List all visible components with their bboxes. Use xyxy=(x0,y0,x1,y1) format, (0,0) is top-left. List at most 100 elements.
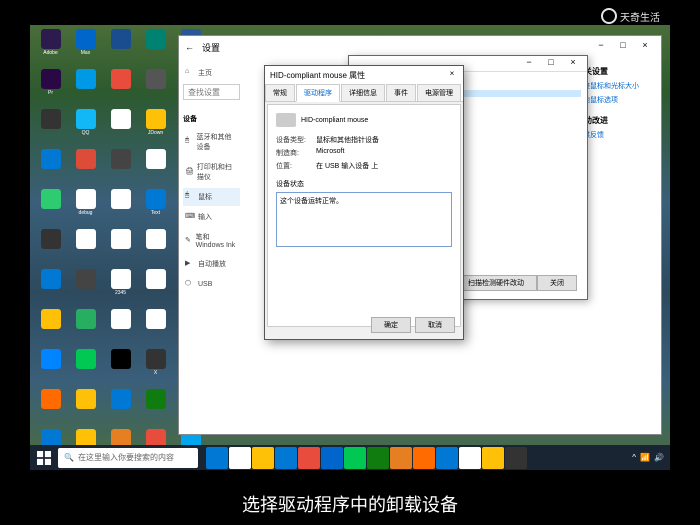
nav-label: 鼠标 xyxy=(198,192,212,202)
nav-item[interactable]: ✎笔和 Windows Ink xyxy=(183,228,240,253)
taskbar-app[interactable] xyxy=(413,447,435,469)
desktop-icon[interactable] xyxy=(139,69,172,107)
desktop-icon[interactable] xyxy=(34,269,67,307)
nav-item[interactable]: ▶自动播放 xyxy=(183,255,240,273)
dm-scan-button[interactable]: 扫描检测硬件改动 xyxy=(455,275,537,291)
dm-minimize[interactable]: − xyxy=(519,57,539,71)
taskbar-app[interactable] xyxy=(482,447,504,469)
desktop-icon[interactable] xyxy=(69,349,102,387)
desktop-icon[interactable]: 2345 xyxy=(104,269,137,307)
taskbar-app[interactable] xyxy=(252,447,274,469)
desktop-icon[interactable] xyxy=(34,389,67,427)
desktop-icon[interactable]: QQ xyxy=(69,109,102,147)
nav-label: 蓝牙和其他设备 xyxy=(196,132,238,152)
taskbar-app[interactable] xyxy=(206,447,228,469)
desktop-icon[interactable] xyxy=(104,389,137,427)
desktop-icon[interactable]: Max xyxy=(69,29,102,67)
nav-item[interactable]: 🖨打印机和扫描仪 xyxy=(183,158,240,186)
desktop-icon[interactable] xyxy=(104,229,137,267)
desktop-icon[interactable] xyxy=(139,149,172,187)
cancel-button[interactable]: 取消 xyxy=(415,317,455,333)
desktop-icon[interactable] xyxy=(104,189,137,227)
nav-label: USB xyxy=(198,281,212,288)
desktop-icon[interactable] xyxy=(34,109,67,147)
nav-item[interactable]: 🖱蓝牙和其他设备 xyxy=(183,128,240,156)
dm-close-button[interactable]: 关闭 xyxy=(537,275,577,291)
desktop-icon[interactable] xyxy=(139,269,172,307)
nav-item[interactable]: 🖱鼠标 xyxy=(183,188,240,206)
caption: 选择驱动程序中的卸载设备 xyxy=(0,491,700,517)
ok-button[interactable]: 确定 xyxy=(371,317,411,333)
desktop-icon[interactable] xyxy=(104,109,137,147)
minimize-button[interactable]: − xyxy=(591,40,611,54)
desktop-icon[interactable] xyxy=(104,149,137,187)
desktop-icon[interactable] xyxy=(34,309,67,347)
desktop-icon[interactable] xyxy=(34,349,67,387)
props-status-label: 设备状态 xyxy=(276,179,452,189)
desktop-icon[interactable] xyxy=(34,149,67,187)
desktop-icon[interactable] xyxy=(104,69,137,107)
props-tab[interactable]: 事件 xyxy=(386,84,416,101)
taskbar-app[interactable] xyxy=(275,447,297,469)
taskbar-app[interactable] xyxy=(390,447,412,469)
desktop-icon[interactable]: Adobe xyxy=(34,29,67,67)
desktop-icon[interactable] xyxy=(104,29,137,67)
system-tray[interactable]: ^ 📶 🔊 xyxy=(632,453,668,462)
taskbar-search[interactable]: 🔍 在这里输入你要搜索的内容 xyxy=(58,448,198,468)
tray-volume-icon[interactable]: 🔊 xyxy=(654,453,664,462)
desktop-icon[interactable] xyxy=(139,29,172,67)
desktop-icon[interactable] xyxy=(139,229,172,267)
mouse-icon xyxy=(276,113,296,127)
desktop-icon[interactable]: Text xyxy=(139,189,172,227)
start-button[interactable] xyxy=(32,446,56,470)
desktop-icon[interactable] xyxy=(34,229,67,267)
desktop-icon[interactable] xyxy=(69,229,102,267)
desktop-icon[interactable] xyxy=(104,349,137,387)
taskbar-app[interactable] xyxy=(367,447,389,469)
taskbar-app[interactable] xyxy=(344,447,366,469)
maximize-button[interactable]: □ xyxy=(613,40,633,54)
props-tab[interactable]: 常规 xyxy=(265,84,295,101)
taskbar-app[interactable] xyxy=(321,447,343,469)
props-tab[interactable]: 电源管理 xyxy=(417,84,461,101)
props-close[interactable]: × xyxy=(446,69,458,81)
desktop-icon[interactable] xyxy=(69,389,102,427)
desktop-icon[interactable]: debug xyxy=(69,189,102,227)
back-button[interactable]: ← xyxy=(185,42,194,52)
desktop-icon[interactable] xyxy=(34,189,67,227)
desktop-icon[interactable] xyxy=(104,309,137,347)
taskbar: 🔍 在这里输入你要搜索的内容 ^ 📶 🔊 xyxy=(30,445,670,470)
tray-network-icon[interactable]: 📶 xyxy=(640,453,650,462)
dm-close[interactable]: × xyxy=(563,57,583,71)
taskbar-app[interactable] xyxy=(459,447,481,469)
props-body: HID-compliant mouse 设备类型:鼠标和其他指针设备制造商:Mi… xyxy=(267,104,461,327)
nav-icon: ⌨ xyxy=(185,212,195,222)
taskbar-app[interactable] xyxy=(229,447,251,469)
nav-item[interactable]: ⌨输入 xyxy=(183,208,240,226)
desktop-icon[interactable] xyxy=(69,309,102,347)
settings-search[interactable] xyxy=(183,84,240,100)
close-button[interactable]: × xyxy=(635,40,655,54)
taskbar-app[interactable] xyxy=(298,447,320,469)
nav-home[interactable]: ⌂ 主页 xyxy=(183,64,240,82)
properties-dialog: HID-compliant mouse 属性 × 常规驱动程序详细信息事件电源管… xyxy=(264,65,464,340)
desktop-icon[interactable]: JDown xyxy=(139,109,172,147)
desktop-icon[interactable] xyxy=(69,149,102,187)
nav-item[interactable]: ⬡USB xyxy=(183,275,240,293)
desktop-icon[interactable] xyxy=(139,389,172,427)
taskbar-app[interactable] xyxy=(436,447,458,469)
dm-maximize[interactable]: □ xyxy=(541,57,561,71)
tray-up-icon[interactable]: ^ xyxy=(632,453,636,462)
desktop-icon[interactable]: X xyxy=(139,349,172,387)
props-tab[interactable]: 驱动程序 xyxy=(296,84,340,102)
desktop-icon[interactable] xyxy=(139,309,172,347)
props-status-text xyxy=(276,192,452,247)
props-tab[interactable]: 详细信息 xyxy=(341,84,385,101)
watermark: 天奇生活 xyxy=(601,8,660,24)
props-titlebar: HID-compliant mouse 属性 × xyxy=(265,66,463,84)
desktop-icon[interactable] xyxy=(69,69,102,107)
desktop-icon[interactable] xyxy=(69,269,102,307)
desktop-icon[interactable]: Pr xyxy=(34,69,67,107)
props-row: 设备类型:鼠标和其他指针设备 xyxy=(276,135,452,145)
taskbar-app[interactable] xyxy=(505,447,527,469)
